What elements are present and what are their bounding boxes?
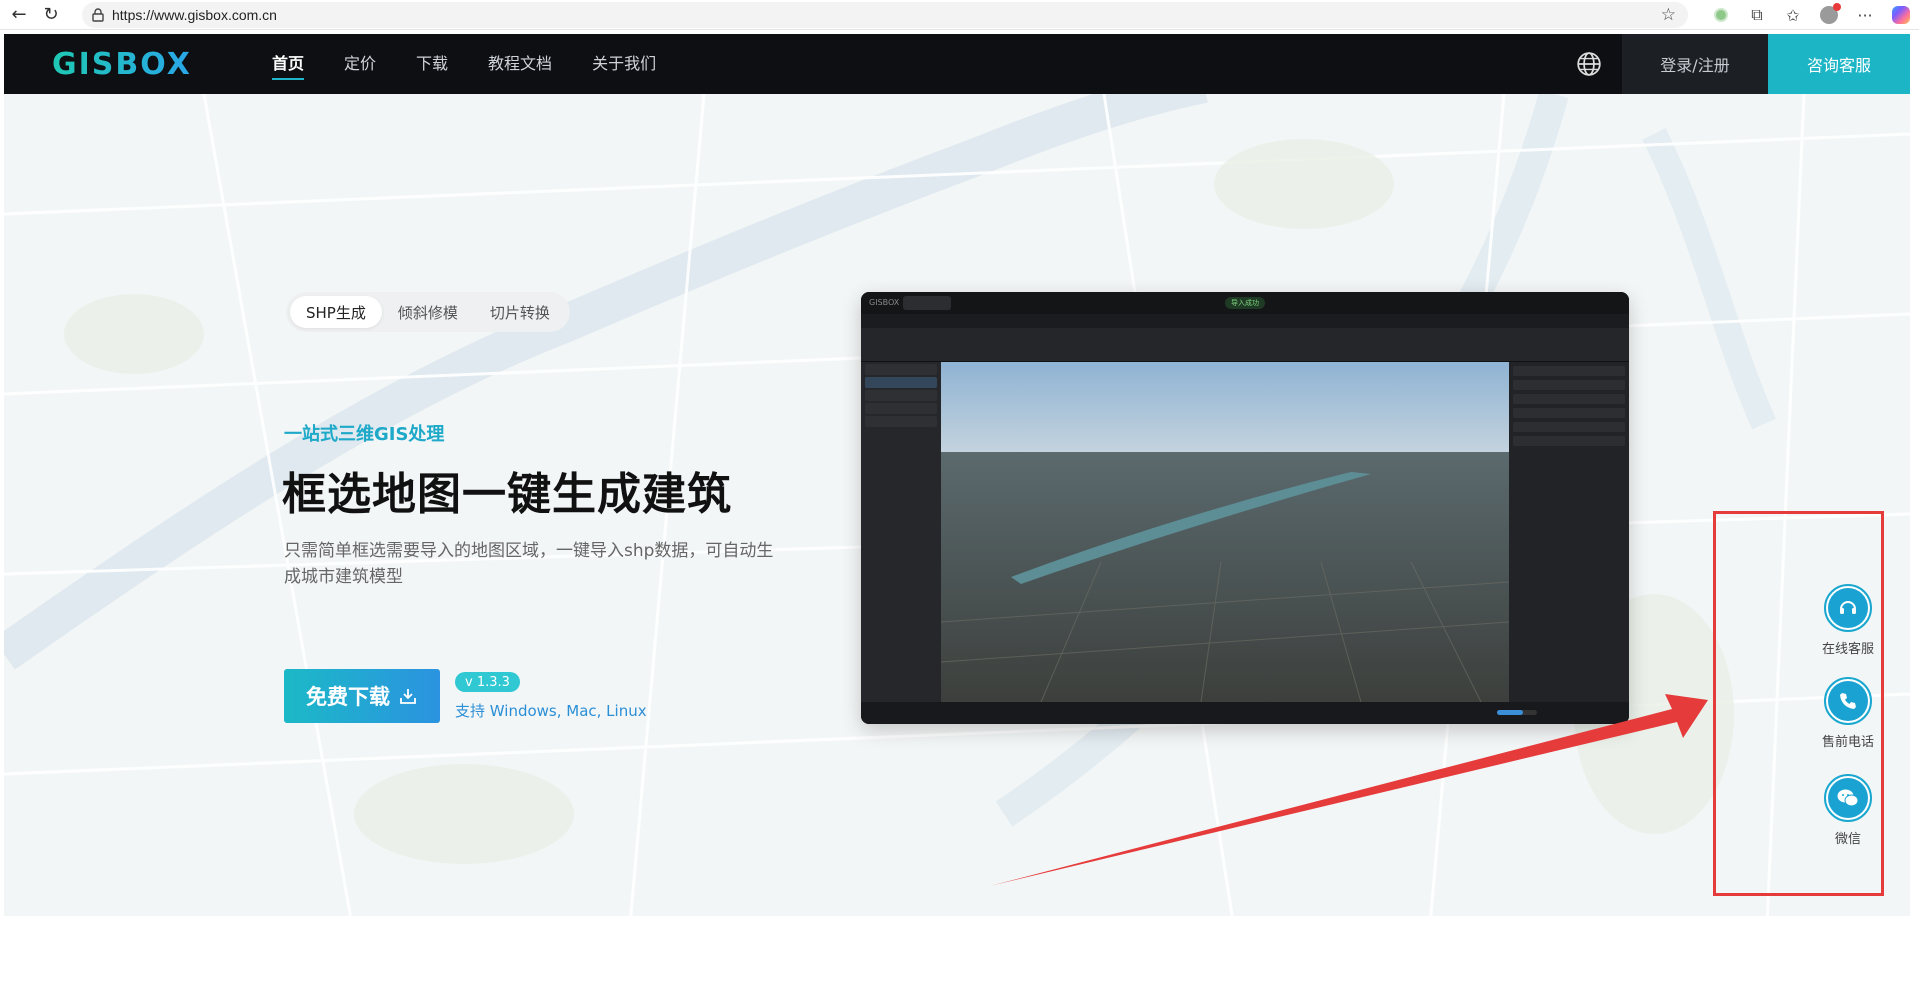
free-download-button[interactable]: 免费下载 bbox=[284, 669, 440, 723]
nav-pricing[interactable]: 定价 bbox=[344, 34, 376, 94]
hero-description: 只需简单框选需要导入的地图区域，一键导入shp数据，可自动生成城市建筑模型 bbox=[284, 541, 774, 587]
nav-home[interactable]: 首页 bbox=[272, 34, 305, 94]
puzzle-icon[interactable]: ⧉ bbox=[1739, 5, 1775, 25]
consult-service-button[interactable]: 咨询客服 bbox=[1768, 34, 1910, 94]
wechat-icon bbox=[1824, 774, 1872, 822]
app-menubar bbox=[861, 314, 1629, 328]
site-header: GISBOX 首页 定价 下载 教程文档 关于我们 登录/注册 咨询客服 bbox=[4, 34, 1910, 94]
favorite-star-icon[interactable]: ☆ bbox=[1661, 5, 1676, 25]
app-screenshot: GISBOX 导入成功 bbox=[861, 292, 1629, 724]
browser-extensions: ⧉ ✩ ··· bbox=[1703, 2, 1919, 28]
download-label: 免费下载 bbox=[306, 685, 390, 709]
nav-about[interactable]: 关于我们 bbox=[592, 34, 656, 94]
address-bar[interactable]: https://www.gisbox.com.cn ☆ bbox=[82, 2, 1688, 28]
tab-oblique-repair[interactable]: 倾斜修模 bbox=[382, 296, 474, 328]
app-tab bbox=[903, 296, 951, 310]
phone-icon bbox=[1824, 677, 1872, 725]
side-presales-phone[interactable]: 售前电话 bbox=[1812, 677, 1884, 750]
nav-download[interactable]: 下载 bbox=[416, 34, 448, 94]
back-icon[interactable]: ← bbox=[6, 2, 32, 28]
app-titlebar: GISBOX 导入成功 bbox=[861, 292, 1629, 314]
hero-eyebrow: 一站式三维GIS处理 bbox=[284, 424, 445, 445]
version-badge: v 1.3.3 bbox=[455, 672, 520, 692]
app-statusbar bbox=[861, 702, 1629, 724]
main-nav: 首页 定价 下载 教程文档 关于我们 bbox=[272, 34, 696, 94]
download-icon bbox=[400, 689, 416, 704]
browser-toolbar: ← ↻ https://www.gisbox.com.cn ☆ ⧉ ✩ ··· bbox=[0, 0, 1919, 30]
app-properties-panel bbox=[1509, 362, 1629, 702]
extension-green-icon[interactable] bbox=[1703, 8, 1739, 22]
app-toolbar bbox=[861, 328, 1629, 362]
app-layer-panel bbox=[861, 362, 941, 702]
refresh-icon[interactable]: ↻ bbox=[38, 2, 64, 28]
copilot-icon[interactable] bbox=[1883, 6, 1919, 24]
gisbox-logo[interactable]: GISBOX bbox=[52, 47, 192, 82]
side-presales-phone-label: 售前电话 bbox=[1821, 735, 1874, 750]
hero-headline: 框选地图一键生成建筑 bbox=[282, 469, 732, 520]
favorites-icon[interactable]: ✩ bbox=[1775, 6, 1811, 25]
nav-docs[interactable]: 教程文档 bbox=[488, 34, 552, 94]
app-status: 导入成功 bbox=[1225, 297, 1265, 309]
side-wechat-label: 微信 bbox=[1834, 832, 1861, 847]
tab-shp-generate[interactable]: SHP生成 bbox=[290, 296, 382, 328]
side-online-service[interactable]: 在线客服 bbox=[1812, 584, 1884, 657]
memory-progress bbox=[1497, 710, 1537, 715]
login-register-button[interactable]: 登录/注册 bbox=[1622, 34, 1768, 94]
feature-tabs: SHP生成 倾斜修模 切片转换 bbox=[286, 292, 570, 332]
more-icon[interactable]: ··· bbox=[1847, 6, 1883, 25]
app-title: GISBOX bbox=[869, 298, 900, 307]
side-online-service-label: 在线客服 bbox=[1821, 642, 1874, 657]
hero-section: SHP生成 倾斜修模 切片转换 一站式三维GIS处理 框选地图一键生成建筑 只需… bbox=[4, 94, 1910, 992]
url-text: https://www.gisbox.com.cn bbox=[112, 7, 277, 23]
lock-icon bbox=[92, 8, 104, 22]
globe-icon[interactable] bbox=[1576, 51, 1602, 77]
supported-platforms: 支持 Windows, Mac, Linux bbox=[455, 702, 647, 720]
profile-avatar-icon[interactable] bbox=[1811, 3, 1847, 24]
tab-tile-convert[interactable]: 切片转换 bbox=[474, 296, 566, 328]
headset-icon bbox=[1824, 584, 1872, 632]
app-3d-viewport bbox=[941, 362, 1509, 702]
side-wechat[interactable]: 微信 bbox=[1812, 774, 1884, 847]
